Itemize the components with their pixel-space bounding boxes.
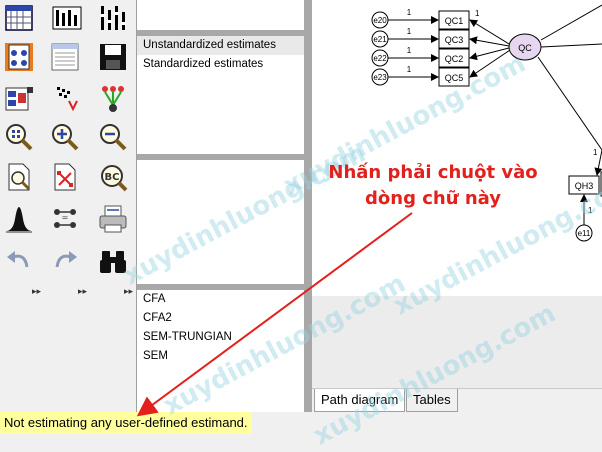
observed-qc3[interactable]: QC3 bbox=[438, 29, 470, 49]
svg-text:=: = bbox=[62, 213, 69, 222]
toolbox: BC = ▸▸ ▸▸ ▸▸ bbox=[0, 0, 137, 412]
error-e23[interactable]: e23 bbox=[371, 68, 389, 86]
draw-covariance-icon[interactable] bbox=[48, 40, 82, 74]
zoom-out-icon[interactable] bbox=[96, 120, 130, 154]
status-message[interactable]: Not estimating any user-defined estimand… bbox=[0, 412, 252, 434]
multi-select-icon[interactable] bbox=[96, 82, 130, 116]
svg-text:QC3: QC3 bbox=[445, 35, 464, 45]
svg-text:QC: QC bbox=[518, 43, 532, 53]
error-e21[interactable]: e21 bbox=[371, 30, 389, 48]
zoom-select-icon[interactable] bbox=[2, 120, 36, 154]
path-label: 1 bbox=[475, 9, 480, 18]
list-variables-icon[interactable] bbox=[2, 82, 36, 116]
expand-icon[interactable]: ▸▸ bbox=[32, 286, 42, 296]
list-dataset-icon[interactable] bbox=[50, 82, 84, 116]
list-item-unstandardized[interactable]: Unstandardized estimates bbox=[137, 36, 304, 55]
status-bar: Not estimating any user-defined estimand… bbox=[0, 412, 602, 434]
draw-observed-icon[interactable] bbox=[2, 1, 36, 35]
observed-qc2[interactable]: QC2 bbox=[438, 48, 470, 68]
path-label: 1 bbox=[407, 27, 412, 36]
undo-icon[interactable] bbox=[2, 244, 36, 278]
draw-indicator-icon[interactable] bbox=[96, 1, 130, 35]
svg-text:QC2: QC2 bbox=[445, 54, 464, 64]
save-icon[interactable] bbox=[96, 40, 130, 74]
observed-qc1[interactable]: QC1 bbox=[438, 10, 470, 30]
error-e22[interactable]: e22 bbox=[371, 49, 389, 67]
resize-icon[interactable] bbox=[48, 160, 82, 194]
redo-icon[interactable] bbox=[48, 244, 82, 278]
svg-text:e22: e22 bbox=[373, 54, 387, 63]
model-item-cfa[interactable]: CFA bbox=[137, 290, 304, 309]
distribution-icon[interactable] bbox=[2, 202, 36, 236]
model-item-cfa2[interactable]: CFA2 bbox=[137, 309, 304, 328]
path-label: 1 bbox=[407, 46, 412, 55]
svg-text:e21: e21 bbox=[373, 35, 387, 44]
svg-text:BC: BC bbox=[105, 172, 120, 183]
draw-path-icon[interactable] bbox=[2, 40, 36, 74]
estimates-pane: Unstandardized estimates Standardized es… bbox=[137, 36, 304, 154]
page-icon[interactable] bbox=[2, 160, 36, 194]
loupe-icon[interactable]: BC bbox=[96, 160, 130, 194]
svg-text:e20: e20 bbox=[373, 16, 387, 25]
error-e20[interactable]: e20 bbox=[371, 11, 389, 29]
draw-latent-icon[interactable] bbox=[50, 1, 84, 35]
list-item-standardized[interactable]: Standardized estimates bbox=[137, 55, 304, 74]
svg-text:QC1: QC1 bbox=[445, 16, 464, 26]
annotation-line-1: Nhấn phải chuột vào bbox=[328, 162, 538, 183]
svg-text:e11: e11 bbox=[578, 229, 591, 238]
groups-pane bbox=[137, 0, 304, 30]
path-label: 1 bbox=[593, 148, 598, 157]
svg-text:e23: e23 bbox=[373, 73, 387, 82]
expand-icon[interactable]: ▸▸ bbox=[78, 286, 88, 296]
annotation-line-2: dòng chữ này bbox=[365, 188, 501, 209]
multi-group-icon[interactable]: = bbox=[48, 202, 82, 236]
zoom-in-icon[interactable] bbox=[48, 120, 82, 154]
annotation-callout: Nhấn phải chuột vào dòng chữ này bbox=[318, 160, 548, 212]
path-label: 1 bbox=[407, 65, 412, 74]
path-label: 1 bbox=[407, 8, 412, 17]
print-icon[interactable] bbox=[96, 202, 130, 236]
